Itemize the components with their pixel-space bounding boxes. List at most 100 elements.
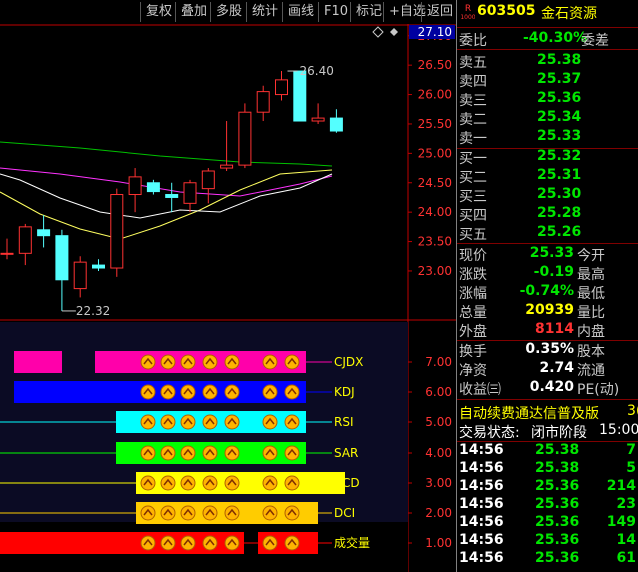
toolbar-button-4[interactable]: 画线 xyxy=(282,2,319,22)
indicator-label[interactable]: ACD xyxy=(334,476,360,490)
indicator-bar-0[interactable] xyxy=(14,351,62,373)
stat-value: 0.420 xyxy=(529,379,574,395)
ask-level-label: 卖四 xyxy=(459,74,487,90)
ask-level-price[interactable]: 25.34 xyxy=(537,109,581,125)
tick-time: 14:56 xyxy=(459,496,504,512)
signal-coin-icon xyxy=(224,414,240,430)
candle-body[interactable] xyxy=(238,111,252,166)
signal-coin-icon xyxy=(284,354,300,370)
toolbar-button-6[interactable]: 标记 xyxy=(350,2,387,22)
stat-label: 换手 xyxy=(459,344,487,360)
bid-level-label: 买二 xyxy=(459,170,487,186)
stat-label-2: 内盘 xyxy=(577,324,605,340)
toolbar-button-8[interactable]: 返回 xyxy=(421,2,458,22)
signal-coin-icon xyxy=(224,535,240,551)
candle-body[interactable] xyxy=(275,79,288,96)
webi-label: 委比 xyxy=(459,33,487,49)
signal-coin-icon xyxy=(224,505,240,521)
indicator-label[interactable]: CJDX xyxy=(334,355,363,369)
rating-badge-icon: R 1000 xyxy=(461,2,475,20)
ask-level-price[interactable]: 25.37 xyxy=(537,71,581,87)
signal-coin-icon xyxy=(180,445,196,461)
ask-level-price[interactable]: 25.38 xyxy=(537,52,581,68)
candle-body[interactable] xyxy=(128,176,142,196)
candle-body[interactable] xyxy=(110,194,124,269)
bid-level-label: 买三 xyxy=(459,189,487,205)
indicator-label[interactable]: 成交量 xyxy=(334,535,370,550)
signal-coin-icon xyxy=(284,505,300,521)
indicator-label[interactable]: DCI xyxy=(334,506,355,520)
signal-coin-icon xyxy=(160,445,176,461)
bid-level-label: 买一 xyxy=(459,151,487,167)
tick-volume: 149 xyxy=(606,514,636,530)
indicator-axis-label: 1.00 xyxy=(425,536,452,550)
signal-coin-icon xyxy=(202,414,218,430)
webi-value: -40.30% xyxy=(523,30,588,46)
bid-level-price[interactable]: 25.31 xyxy=(537,167,581,183)
candle-body[interactable] xyxy=(311,117,325,122)
candle-body[interactable] xyxy=(73,261,87,290)
tick-price: 25.38 xyxy=(535,442,580,458)
indicator-axis-label: 3.00 xyxy=(425,476,452,490)
ask-level-price[interactable]: 25.36 xyxy=(537,90,581,106)
stock-name: 金石资源 xyxy=(541,6,597,22)
tick-price: 25.36 xyxy=(535,478,580,494)
signal-coin-icon xyxy=(160,475,176,491)
ask-level-label: 卖五 xyxy=(459,55,487,71)
tick-time: 14:56 xyxy=(459,532,504,548)
signal-coin-icon xyxy=(284,384,300,400)
candle-body[interactable] xyxy=(92,264,105,269)
toolbar-button-0[interactable]: 复权 xyxy=(140,2,177,22)
signal-coin-icon xyxy=(262,445,278,461)
candle-body[interactable] xyxy=(55,235,69,281)
candle-body[interactable] xyxy=(0,252,14,255)
candle-body[interactable] xyxy=(220,164,234,169)
candle-body[interactable] xyxy=(146,182,160,193)
indicator-label[interactable]: KDJ xyxy=(334,385,355,399)
indicator-axis-label: 2.00 xyxy=(425,506,452,520)
signal-coin-icon xyxy=(160,535,176,551)
candle-body[interactable] xyxy=(293,70,307,122)
quote-panel: R 1000 603505 金石资源 委比 -40.30% 委差 卖五 25.38… xyxy=(456,0,638,572)
candle-body[interactable] xyxy=(183,182,197,204)
indicator-bar-1[interactable] xyxy=(14,381,306,403)
signal-coin-icon xyxy=(160,354,176,370)
tick-volume: 23 xyxy=(616,496,636,512)
candle-body[interactable] xyxy=(18,226,32,254)
toolbar-button-3[interactable]: 统计 xyxy=(246,2,283,22)
candle-body[interactable] xyxy=(201,170,215,190)
kline-chart[interactable]: 27.0026.5026.0025.5025.0024.5024.0023.50… xyxy=(0,24,456,572)
candle-body[interactable] xyxy=(165,194,179,198)
signal-coin-icon xyxy=(180,384,196,400)
stat-label: 总量 xyxy=(459,305,487,321)
bid-level-price[interactable]: 25.30 xyxy=(537,186,581,202)
ask-level-label: 卖三 xyxy=(459,93,487,109)
toolbar-button-1[interactable]: 叠加 xyxy=(175,2,212,22)
indicator-label[interactable]: SAR xyxy=(334,446,358,460)
signal-coin-icon xyxy=(202,475,218,491)
tick-volume: 5 xyxy=(626,460,636,476)
indicator-label[interactable]: RSI xyxy=(334,415,354,429)
candle-body[interactable] xyxy=(256,91,270,113)
low-price-label: 22.32 xyxy=(76,304,110,318)
signal-coin-icon xyxy=(180,505,196,521)
ask-level-price[interactable]: 25.33 xyxy=(537,128,581,144)
signal-coin-icon xyxy=(284,445,300,461)
tick-time: 14:56 xyxy=(459,442,504,458)
divider xyxy=(457,243,638,244)
candle-body[interactable] xyxy=(329,117,343,132)
bid-level-price[interactable]: 25.28 xyxy=(537,205,581,221)
signal-coin-icon xyxy=(160,414,176,430)
bid-level-price[interactable]: 25.26 xyxy=(537,224,581,240)
signal-coin-icon xyxy=(140,414,156,430)
signal-coin-icon xyxy=(180,414,196,430)
toolbar-button-2[interactable]: 多股 xyxy=(210,2,247,22)
divider xyxy=(457,49,638,50)
indicator-axis-label: 4.00 xyxy=(425,446,452,460)
bid-level-price[interactable]: 25.32 xyxy=(537,148,581,164)
candle-body[interactable] xyxy=(37,229,51,237)
marquee-text[interactable]: 自动续费通达信普及版 xyxy=(459,403,599,423)
signal-coin-icon xyxy=(180,535,196,551)
stat-label-2: 流通 xyxy=(577,363,605,379)
toolbar-button-5[interactable]: F10 xyxy=(318,2,353,22)
